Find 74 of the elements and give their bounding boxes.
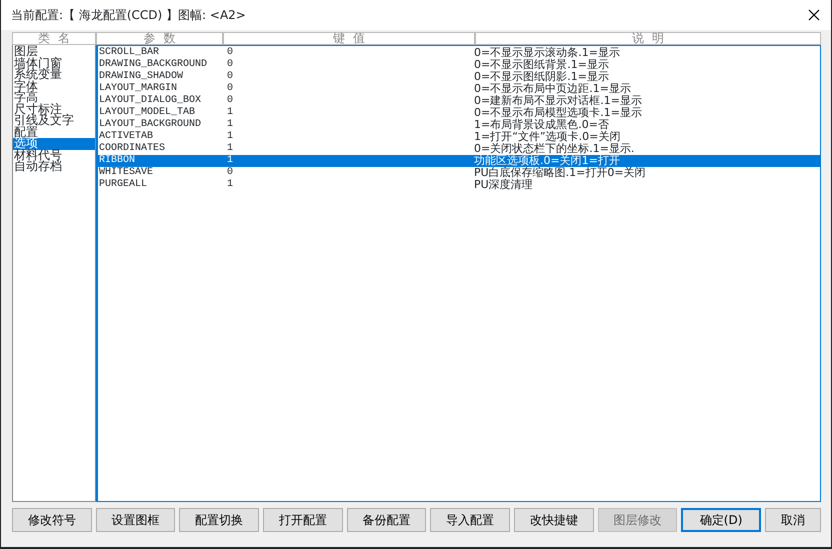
dialog-button[interactable]: 配置切换 [179,508,259,532]
table-cell: 0 [227,47,234,58]
table-cell: DRAWING_BACKGROUND [99,59,208,70]
category-item[interactable]: 尺寸标注 [13,104,95,115]
table-cell: ACTIVETAB [99,131,154,142]
table-cell: 0=不显示图纸背景.1=显示 [474,58,609,71]
table-cell: 0=不显示图纸阴影.1=显示 [474,70,609,83]
column-header: 参 数 [96,32,223,45]
table-cell: PURGEALL [99,179,148,190]
table-cell: 1 [227,119,234,130]
table-row[interactable]: DRAWING_BACKGROUND 0 0=不显示图纸背景.1=显示 [98,59,820,71]
table-row[interactable]: RIBBON 1 功能区选项板.0=关闭1=打开 [98,155,820,167]
dialog-button[interactable]: 设置图框 [96,508,176,532]
table-cell: 1 [227,155,234,166]
category-item[interactable]: 引线及文字 [13,115,95,126]
table-cell: 1=打开“文件”选项卡.0=关闭 [474,130,620,143]
category-item[interactable]: 字体 [13,80,95,92]
table-cell: COORDINATES [99,143,166,154]
table-row[interactable]: LAYOUT_DIALOG_BOX 0 0=建新布局不显示对话框.1=显示 [98,95,820,107]
table-cell: 1 [227,107,234,118]
table-row[interactable]: PURGEALL 1 PU深度清理 [98,179,820,191]
table-row[interactable]: DRAWING_SHADOW 0 0=不显示图纸阴影.1=显示 [98,71,820,83]
table-cell: 0 [227,71,234,82]
table-cell: WHITESAVE [99,167,154,178]
category-item[interactable]: 图层 [13,46,95,58]
column-header: 键 值 [223,32,475,45]
category-item[interactable]: 自动存档 [13,161,95,172]
table-row[interactable]: LAYOUT_MODEL_TAB 1 0=不显示布局模型选项卡.1=显示 [98,107,820,119]
table-row[interactable]: COORDINATES 1 0=关闭状态栏下的坐标.1=显示. [98,143,820,155]
table-cell: 1 [227,179,234,190]
table-row[interactable]: LAYOUT_BACKGROUND 1 1=布局背景设成黑色.0=否 [98,119,820,131]
table-cell: LAYOUT_DIALOG_BOX [99,95,202,106]
table-cell: LAYOUT_MODEL_TAB [99,107,196,118]
table-cell: 1=布局背景设成黑色.0=否 [474,118,609,131]
category-item[interactable]: 材料代号 [13,150,95,161]
table-cell: PU白底保存缩略图.1=打开0=关闭 [474,166,646,179]
table-cell: LAYOUT_MARGIN [99,83,178,94]
table-cell: PU深度清理 [474,178,533,191]
category-item[interactable]: 配置 [13,126,95,138]
table-row[interactable]: LAYOUT_MARGIN 0 0=不显示布局中页边距.1=显示 [98,83,820,95]
table-row[interactable]: ACTIVETAB 1 1=打开“文件”选项卡.0=关闭 [98,131,820,143]
category-item[interactable]: 系统变量 [13,69,95,80]
dialog-button[interactable]: 取消 [764,508,821,532]
table-cell: LAYOUT_BACKGROUND [99,119,202,130]
table-cell: 0=不显示显示滚动条.1=显示 [474,46,620,59]
dialog-button[interactable]: 修改符号 [12,508,92,532]
column-header: 说 明 [475,32,821,45]
close-icon[interactable] [807,8,821,22]
table-cell: DRAWING_SHADOW [99,71,184,82]
dialog-button[interactable]: 打开配置 [262,508,343,532]
column-header: 类 名 [12,32,96,45]
window-title: 当前配置:【 海龙配置(CCD) 】图幅: <A2> [11,7,246,24]
dialog-button[interactable]: 改快捷键 [514,508,594,532]
table-row[interactable]: WHITESAVE 0 PU白底保存缩略图.1=打开0=关闭 [98,167,820,179]
table-cell: 0=不显示布局模型选项卡.1=显示 [474,106,642,119]
table-cell: 0=关闭状态栏下的坐标.1=显示. [474,142,634,155]
table-cell: SCROLL_BAR [99,47,160,58]
category-item[interactable]: 字高 [13,92,95,104]
table-cell: 功能区选项板.0=关闭1=打开 [474,154,620,167]
table-row[interactable]: SCROLL_BAR 0 0=不显示显示滚动条.1=显示 [98,47,820,59]
table-cell: 0=不显示布局中页边距.1=显示 [474,82,631,95]
table-cell: 1 [227,143,234,154]
table-cell: 1 [227,131,234,142]
table-cell: 0 [227,95,234,106]
table-cell: 0 [227,59,234,70]
category-item[interactable]: 墙体门窗 [13,58,95,69]
dialog-button[interactable]: 确定(D) [681,508,761,532]
table-cell: 0=建新布局不显示对话框.1=显示 [474,94,642,107]
dialog-button[interactable]: 备份配置 [346,508,426,532]
category-item[interactable]: 选项 [13,138,95,150]
dialog-button[interactable]: 导入配置 [430,508,510,532]
table-cell: 0 [227,167,234,178]
table-cell: 0 [227,83,234,94]
table-cell: RIBBON [99,155,136,166]
